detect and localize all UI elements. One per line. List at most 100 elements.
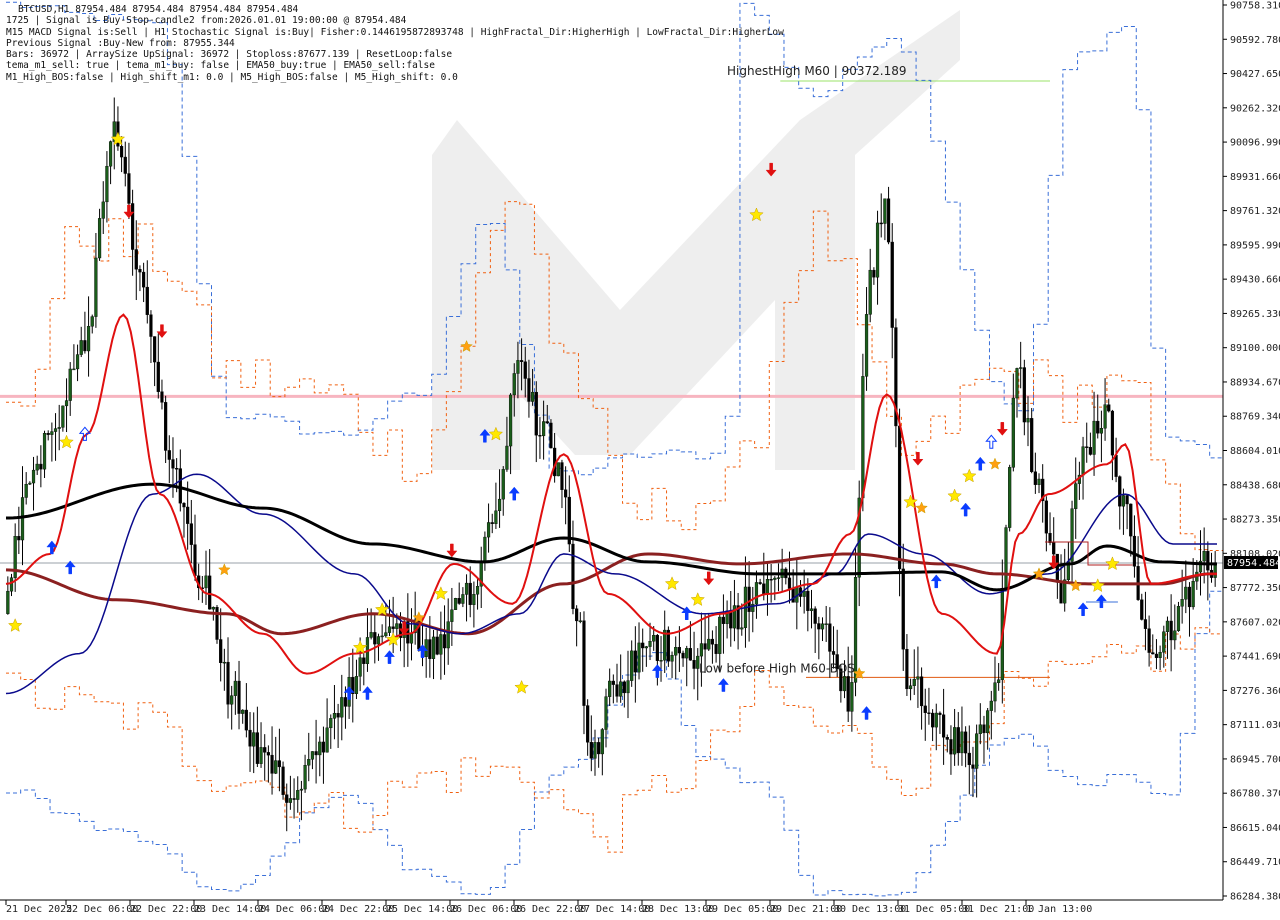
candle-body — [556, 462, 560, 477]
candle-body — [1143, 619, 1148, 629]
candle-body — [1114, 454, 1118, 477]
signal-star — [1090, 578, 1106, 593]
candle-body — [406, 621, 410, 644]
candle-body — [1074, 483, 1078, 509]
sell-arrow — [912, 451, 924, 466]
candle-body — [1147, 628, 1151, 653]
candle-body — [1132, 535, 1137, 567]
price-tick-label: 89430.660 — [1230, 275, 1280, 286]
signal-star — [947, 488, 962, 503]
candle-body — [578, 620, 582, 622]
buy-arrow — [1077, 602, 1089, 617]
price-axis[interactable]: 90758.310 90592.780 90427.650 90262.320 9009… — [1223, 1, 1280, 903]
candle-body — [486, 522, 491, 538]
candle-body — [1162, 631, 1166, 653]
candle-body — [1151, 652, 1155, 655]
price-tick-label: 88273.350 — [1230, 515, 1280, 526]
candle-body — [142, 271, 146, 288]
candle-body — [336, 712, 340, 718]
candle-body — [868, 269, 872, 315]
candle-body — [211, 607, 215, 610]
candle-body — [1165, 620, 1170, 632]
chart-window[interactable]: HighestHigh M60 | 90372.189 Low before Hi… — [0, 0, 1280, 920]
signal-star-orange — [915, 501, 928, 514]
candle-body — [186, 506, 190, 524]
candle-body — [119, 146, 124, 158]
candle-body — [248, 729, 252, 747]
candle-body — [1004, 527, 1008, 591]
candle-body — [589, 742, 593, 759]
buy-arrow-hollow — [78, 426, 91, 441]
candle-body — [340, 697, 344, 718]
candle-body — [171, 459, 175, 469]
candle-body — [655, 634, 659, 661]
window-title: BTCUSD,H1 87954.484 87954.484 87954.484 … — [18, 4, 299, 15]
candle-body — [534, 391, 538, 436]
time-tick-label: 24 Dec 06:00 — [258, 904, 330, 915]
candle-body — [362, 657, 366, 664]
time-tick-label: 1 Jan 13:00 — [1026, 904, 1092, 915]
candle-body — [685, 648, 689, 659]
candle-body — [699, 643, 704, 657]
candle-body — [997, 679, 1001, 683]
time-tick-label: 24 Dec 22:00 — [322, 904, 394, 915]
candle-body — [57, 427, 61, 429]
price-chart[interactable]: HighestHigh M60 | 90372.189Low before Hi… — [0, 0, 1280, 920]
candle-body — [721, 616, 726, 624]
candle-body — [901, 568, 905, 650]
candle-body — [1019, 367, 1023, 369]
candle-body — [949, 739, 953, 755]
candle-body — [960, 731, 964, 754]
time-tick-label: 30 Dec 13:00 — [834, 904, 906, 915]
time-tick-label: 26 Dec 22:00 — [514, 904, 586, 915]
candle-body — [285, 794, 289, 803]
candle-body — [193, 544, 197, 576]
candle-body — [395, 623, 399, 629]
price-tick-label: 87111.030 — [1230, 720, 1280, 731]
buy-arrow — [974, 456, 986, 471]
candle-body — [237, 680, 241, 714]
candle-body — [391, 626, 395, 629]
info-line-indicators: M15 MACD Signal is:Sell | H1 Stochastic … — [6, 26, 784, 38]
candle-body — [314, 751, 318, 756]
time-axis[interactable]: 21 Dec 202522 Dec 06:0022 Dec 22:0023 De… — [5, 900, 1092, 915]
candle-body — [637, 642, 641, 673]
price-tick-label: 86449.710 — [1230, 857, 1280, 868]
candle-body — [222, 661, 226, 664]
buy-arrow-hollow — [985, 434, 998, 449]
candle-body — [776, 577, 781, 579]
candle-body — [791, 588, 795, 603]
candle-body — [310, 751, 315, 760]
candle-body — [718, 616, 722, 654]
candle-body — [710, 638, 715, 645]
price-tick-label: 89595.990 — [1230, 240, 1280, 251]
candle-body — [527, 378, 531, 402]
candle-body — [1107, 404, 1111, 412]
candle-body — [615, 684, 619, 697]
candle-body — [145, 286, 149, 315]
candle-body — [806, 590, 810, 611]
candle-body — [35, 463, 39, 471]
info-line-bars: Bars: 36972 | ArraySize UpSignal: 36972 … — [6, 49, 453, 61]
candle-body — [986, 710, 990, 734]
signal-star — [7, 618, 23, 632]
candle-body — [178, 468, 182, 504]
candle-body — [1121, 495, 1126, 507]
candle-body — [864, 314, 869, 377]
candle-body — [468, 582, 472, 605]
candle-body — [230, 695, 234, 705]
candle-body — [358, 657, 362, 677]
candle-body — [1044, 500, 1048, 534]
signal-star — [690, 592, 706, 606]
candle-body — [967, 752, 971, 766]
candle-body — [890, 241, 894, 328]
candle-body — [219, 639, 223, 663]
sell-arrow — [996, 422, 1008, 436]
candle-body — [982, 724, 986, 734]
candle-body — [288, 798, 293, 803]
price-tick-label: 86284.380 — [1230, 892, 1280, 903]
candle-body — [1169, 620, 1173, 641]
candle-body — [189, 523, 193, 545]
candle-body — [501, 469, 505, 500]
candle-body — [1202, 551, 1206, 562]
